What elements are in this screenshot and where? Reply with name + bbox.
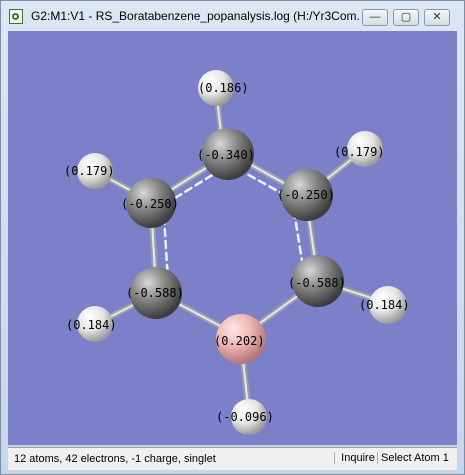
gaussview-app-icon[interactable]	[9, 9, 23, 24]
window-title: G2:M1:V1 - RS_Boratabenzene_popanalysis.…	[31, 9, 361, 23]
charge-label-c-lower-right: (-0.588)	[288, 276, 346, 290]
status-bar: 12 atoms, 42 electrons, -1 charge, singl…	[8, 447, 457, 470]
molecule-info: 12 atoms, 42 electrons, -1 charge, singl…	[14, 453, 216, 465]
charge-label-c-lower-left: (-0.588)	[126, 286, 184, 300]
charge-label-c-upper-right: (-0.250)	[277, 188, 335, 202]
charge-label-h-top: (0.186)	[198, 81, 249, 95]
maximize-button[interactable]: ▢	[393, 9, 419, 26]
title-bar[interactable]: G2:M1:V1 - RS_Boratabenzene_popanalysis.…	[1, 1, 464, 31]
atoms[interactable]	[77, 70, 407, 435]
charge-label-h-bottom: (-0.096)	[216, 410, 274, 424]
mouse-mode-indicator: Inquire	[334, 452, 377, 464]
charge-label-h-lower-left: (0.184)	[66, 318, 117, 332]
molecule-viewport[interactable]: (0.186) (-0.340) (0.179) (0.179) (-0.250…	[8, 31, 457, 445]
molecule-canvas[interactable]: (0.186) (-0.340) (0.179) (0.179) (-0.250…	[8, 31, 457, 445]
molecule-viewer-window: G2:M1:V1 - RS_Boratabenzene_popanalysis.…	[0, 0, 465, 475]
select-atom-indicator: Select Atom 1	[377, 452, 449, 464]
minimize-button[interactable]: —	[362, 9, 388, 26]
charge-label-c-upper-left: (-0.250)	[121, 197, 179, 211]
close-button[interactable]: ✕	[424, 9, 450, 26]
charge-label-c-top: (-0.340)	[197, 148, 255, 162]
charge-label-h-upper-left: (0.179)	[64, 164, 115, 178]
charge-label-h-upper-right: (0.179)	[334, 145, 385, 159]
charge-label-b: (0.202)	[214, 334, 265, 348]
charge-label-h-lower-right: (0.184)	[359, 298, 410, 312]
